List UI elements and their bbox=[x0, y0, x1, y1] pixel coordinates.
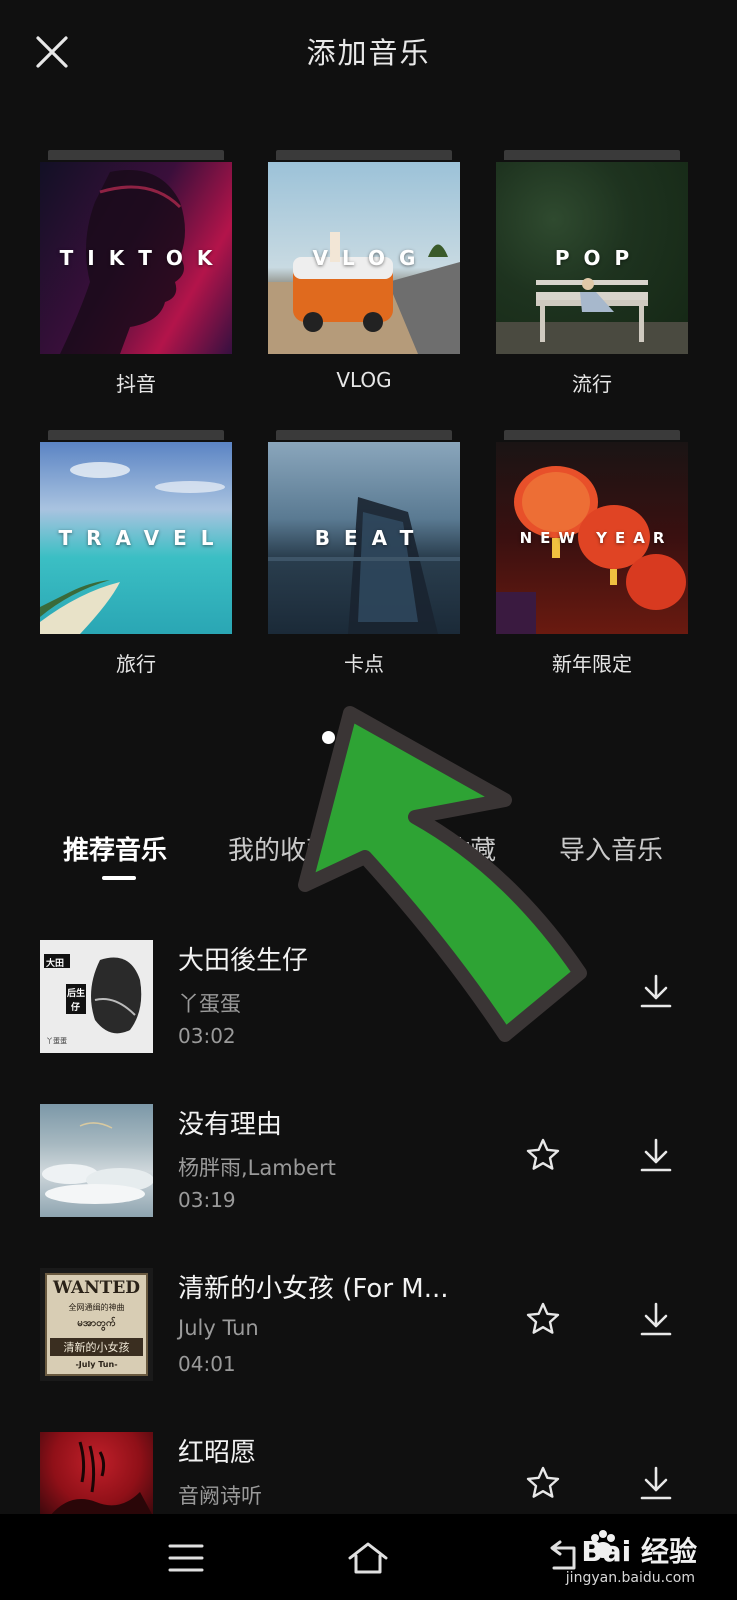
cloud-sea-image bbox=[42, 1122, 153, 1204]
download-icon[interactable] bbox=[636, 972, 676, 1012]
cover-text: TIKTOK bbox=[59, 246, 227, 270]
cover-art-text: 大田 bbox=[46, 959, 65, 969]
calligraphy-image bbox=[50, 1441, 153, 1516]
cover-art-text: -July Tun- bbox=[75, 1360, 118, 1369]
menu-icon[interactable] bbox=[164, 1536, 208, 1580]
song-cover bbox=[40, 1104, 153, 1217]
cover-stack bbox=[48, 430, 224, 440]
category-label: VLOG bbox=[336, 368, 392, 392]
category-cover: NEW YEAR bbox=[496, 442, 688, 634]
song-artist: 杨胖雨,Lambert bbox=[178, 1156, 336, 1180]
category-cover: TRAVEL bbox=[40, 442, 232, 634]
home-icon[interactable] bbox=[346, 1536, 390, 1580]
cover-art-text: WANTED bbox=[52, 1278, 141, 1298]
tab-import-music[interactable]: 导入音乐 bbox=[559, 830, 663, 867]
category-label: 流行 bbox=[572, 372, 612, 396]
song-row[interactable]: WANTED 全网通缉的神曲 မအာတွက် 清新的小女孩 -July Tun-… bbox=[0, 1266, 737, 1381]
star-icon[interactable] bbox=[524, 1136, 562, 1174]
song-row[interactable]: 没有理由 杨胖雨,Lambert 03:19 bbox=[0, 1102, 737, 1217]
tab-my-favorites[interactable]: 我的收藏 bbox=[228, 830, 332, 867]
cover-stack bbox=[504, 430, 680, 440]
song-cover: 大田 后生 仔 丫蛋蛋 bbox=[40, 940, 153, 1053]
star-icon[interactable] bbox=[524, 1464, 562, 1502]
song-title: 清新的小女孩 (For M... bbox=[178, 1274, 449, 1304]
download-icon[interactable] bbox=[636, 1464, 676, 1504]
category-label: 抖音 bbox=[116, 372, 156, 396]
page-title: 添加音乐 bbox=[306, 36, 431, 70]
cover-art-text: 清新的小女孩 bbox=[50, 1338, 143, 1356]
category-label: 卡点 bbox=[344, 652, 384, 676]
tab-recommended[interactable]: 推荐音乐 bbox=[63, 830, 167, 867]
download-icon[interactable] bbox=[636, 1136, 676, 1176]
song-duration: 04:01 bbox=[178, 1352, 236, 1376]
star-icon[interactable] bbox=[524, 1300, 562, 1338]
song-cover bbox=[40, 1432, 153, 1516]
song-duration: 03:19 bbox=[178, 1188, 236, 1212]
song-artist: July Tun bbox=[178, 1316, 259, 1340]
song-artist: 丫蛋蛋 bbox=[178, 992, 241, 1016]
category-cover: TIKTOK bbox=[40, 162, 232, 354]
page-dot-active[interactable] bbox=[322, 731, 335, 744]
song-cover: WANTED 全网通缉的神曲 မအာတွက် 清新的小女孩 -July Tun- bbox=[40, 1268, 153, 1381]
song-duration: 03:02 bbox=[178, 1024, 236, 1048]
cover-text: NEW YEAR bbox=[519, 529, 673, 547]
category-label: 新年限定 bbox=[552, 652, 632, 676]
song-title: 红昭愿 bbox=[178, 1438, 257, 1468]
download-icon[interactable] bbox=[636, 1300, 676, 1340]
category-label: 旅行 bbox=[116, 652, 156, 676]
category-cover: BEAT bbox=[268, 442, 460, 634]
song-row[interactable]: 大田 后生 仔 丫蛋蛋 大田後生仔 丫蛋蛋 03:02 bbox=[0, 938, 737, 1053]
cover-text: POP bbox=[554, 246, 644, 270]
cover-art-text: မအာတွက် bbox=[77, 1318, 116, 1329]
cover-text: TRAVEL bbox=[58, 526, 228, 550]
category-cover: VLOG bbox=[268, 162, 460, 354]
page-dot[interactable] bbox=[386, 731, 399, 744]
cover-art-text: 丫蛋蛋 bbox=[46, 1037, 67, 1045]
tab-douyin-favorites[interactable]: 抖音收藏 bbox=[392, 830, 496, 867]
cover-text: BEAT bbox=[314, 526, 428, 550]
song-title: 没有理由 bbox=[178, 1110, 283, 1140]
cover-art-text: 全网通缉的神曲 bbox=[68, 1303, 125, 1312]
page-indicator bbox=[0, 728, 737, 748]
cover-art-text: 后生 bbox=[67, 989, 86, 999]
cover-stack bbox=[504, 150, 680, 160]
cover-stack bbox=[276, 430, 452, 440]
song-title: 大田後生仔 bbox=[178, 946, 309, 976]
cover-stack bbox=[276, 150, 452, 160]
cover-art-text: 仔 bbox=[71, 1003, 81, 1013]
system-nav-bar bbox=[0, 1514, 737, 1600]
cover-text: VLOG bbox=[312, 246, 430, 270]
top-bar: 添加音乐 bbox=[0, 0, 737, 105]
music-tabs: 推荐音乐 我的收藏 抖音收藏 导入音乐 bbox=[0, 830, 737, 890]
back-icon[interactable] bbox=[540, 1536, 584, 1580]
category-cover: POP bbox=[496, 162, 688, 354]
active-tab-indicator bbox=[102, 876, 136, 880]
cover-stack bbox=[48, 150, 224, 160]
song-artist: 音阙诗听 bbox=[178, 1484, 262, 1508]
